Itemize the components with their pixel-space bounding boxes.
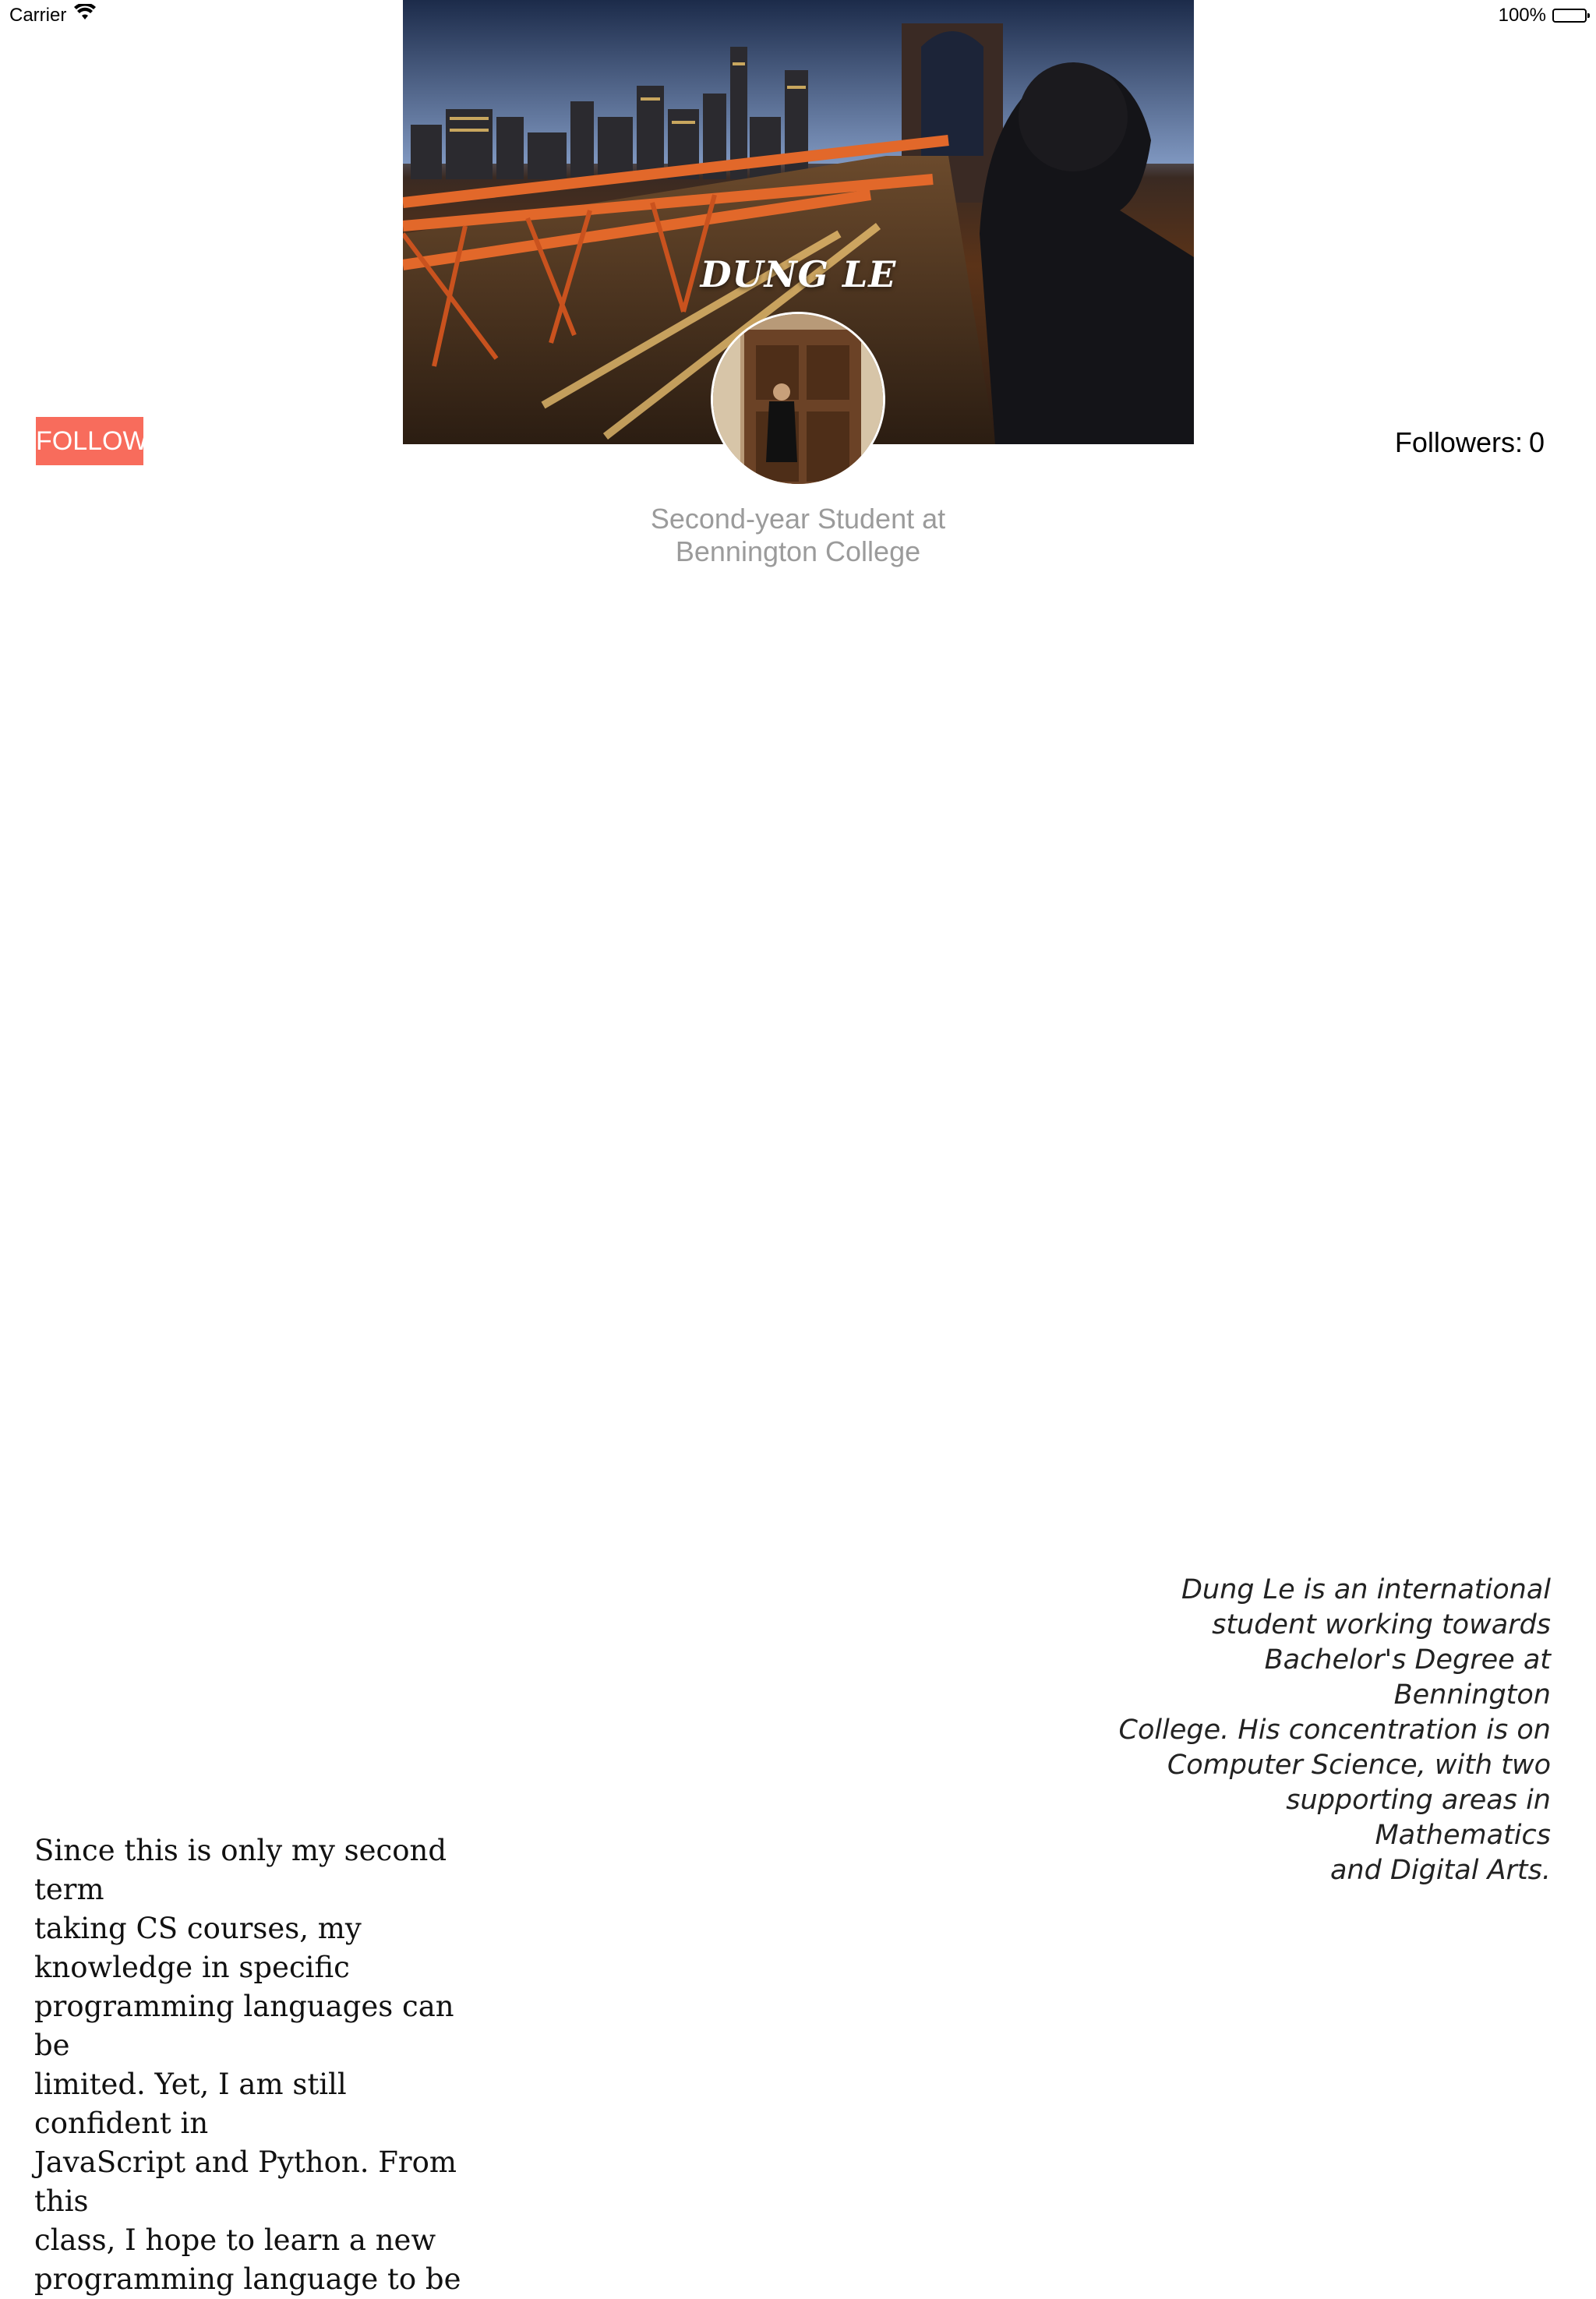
- profile-name: DUNG LE: [700, 253, 897, 295]
- follow-button[interactable]: FOLLOW: [36, 417, 148, 465]
- followers-value: 0: [1528, 426, 1545, 458]
- bio-line: Bachelor's Degree at Bennington: [1264, 1644, 1551, 1711]
- subtitle-line: Bennington College: [675, 535, 921, 567]
- bio-line: and Digital Arts.: [1329, 1855, 1551, 1886]
- intro-line: Since this is only my second term: [34, 1834, 447, 1906]
- intro-line: limited. Yet, I am still confident in: [34, 2068, 347, 2140]
- intro-text: Since this is only my second term taking…: [34, 1831, 486, 2299]
- bio-line: Computer Science, with two: [1167, 1750, 1551, 1781]
- subtitle-line: Second-year Student at: [650, 503, 946, 535]
- profile-subtitle: Second-year Student at Bennington Colleg…: [564, 503, 1032, 568]
- battery-icon: [1552, 9, 1590, 23]
- bio-line: supporting areas in Mathematics: [1286, 1785, 1551, 1851]
- intro-line: programming language to be: [34, 2262, 461, 2296]
- avatar[interactable]: [711, 312, 885, 486]
- battery-percent: 100%: [1498, 5, 1546, 26]
- followers-count: Followers: 0: [1395, 421, 1545, 464]
- bio-line: College. His concentration is on: [1118, 1715, 1551, 1746]
- intro-line: JavaScript and Python. From this: [34, 2145, 457, 2218]
- intro-line: taking CS courses, my: [34, 1912, 362, 1945]
- followers-label: Followers:: [1394, 426, 1523, 458]
- status-battery: 100%: [1498, 0, 1590, 31]
- intro-line: knowledge in specific: [34, 1951, 350, 1984]
- intro-line: programming languages can be: [34, 1990, 454, 2062]
- bio-text: Dung Le is an international student work…: [1114, 1573, 1551, 1888]
- intro-line: class, I hope to learn a new: [34, 2223, 436, 2257]
- bio-line: student working towards: [1212, 1609, 1551, 1640]
- bio-line: Dung Le is an international: [1181, 1574, 1551, 1605]
